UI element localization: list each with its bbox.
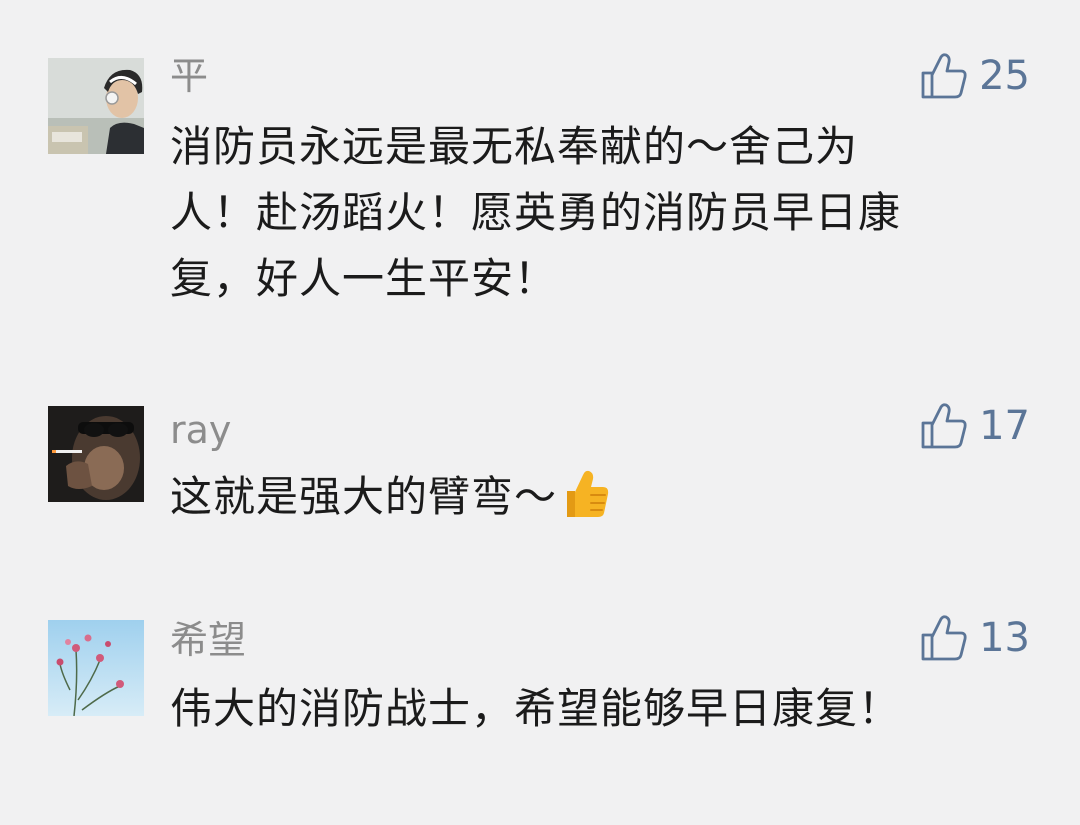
username[interactable]: 平 [170, 54, 208, 98]
monkey-smoking-avatar-icon [48, 406, 144, 502]
like-button[interactable]: 17 [919, 400, 1030, 452]
comment-text: 伟大的消防战士，希望能够早日康复！ [170, 676, 1030, 742]
comment-line: 人！赴汤蹈火！愿英勇的消防员早日康 [170, 188, 902, 237]
comment-text: 这就是强大的臂弯～ [170, 464, 1030, 530]
comment-text: 消防员永远是最无私奉献的～舍己为 人！赴汤蹈火！愿英勇的消防员早日康 复，好人一… [170, 114, 1030, 312]
flowers-sky-avatar-icon [48, 620, 144, 716]
username[interactable]: 希望 [170, 618, 246, 662]
thumbs-up-outline-icon [919, 401, 969, 451]
comment-list: 平 25 消防员永远是最无私奉献的～舍己为 人！赴汤蹈火！愿英勇的消防员早日康 … [0, 0, 1080, 825]
username[interactable]: ray [170, 408, 231, 452]
thumbs-up-outline-icon [919, 51, 969, 101]
user-avatar[interactable] [48, 620, 144, 716]
headphones-boy-avatar-icon [48, 58, 144, 154]
comment-line: 复，好人一生平安！ [170, 254, 558, 303]
like-count: 13 [979, 615, 1030, 661]
like-count: 25 [979, 53, 1030, 99]
like-button[interactable]: 13 [919, 612, 1030, 664]
comment-line: 消防员永远是最无私奉献的～舍己为 [170, 122, 859, 171]
comment-line: 伟大的消防战士，希望能够早日康复！ [170, 684, 902, 733]
comment-line-text: 这就是强大的臂弯～ [170, 472, 558, 521]
user-avatar[interactable] [48, 58, 144, 154]
thumbs-up-outline-icon [919, 613, 969, 663]
user-avatar[interactable] [48, 406, 144, 502]
thumbs-up-emoji-icon [561, 467, 611, 521]
like-count: 17 [979, 403, 1030, 449]
comment-line: 这就是强大的臂弯～ [170, 464, 1030, 530]
like-button[interactable]: 25 [919, 50, 1030, 102]
